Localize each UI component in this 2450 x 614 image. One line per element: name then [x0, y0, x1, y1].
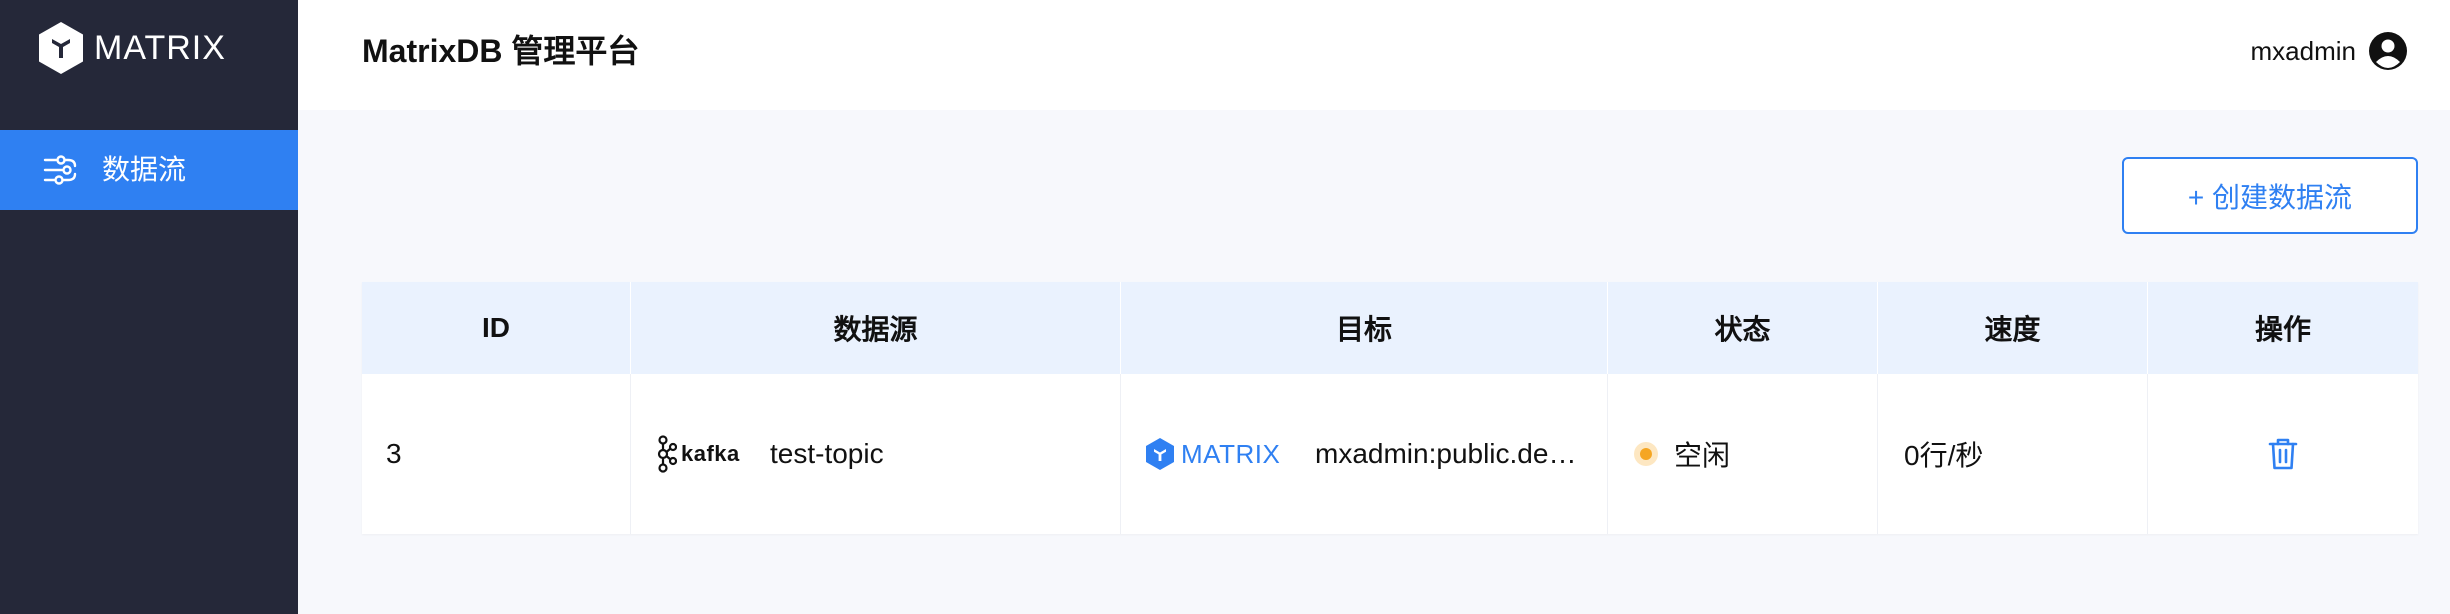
column-header-source: 数据源: [631, 282, 1121, 374]
column-header-id: ID: [362, 282, 631, 374]
status-text: 空闲: [1674, 440, 1731, 471]
delete-button[interactable]: [2263, 434, 2303, 474]
matrix-logo-text: MATRIX: [1181, 438, 1281, 469]
trash-icon: [2268, 438, 2298, 470]
cell-status: 空闲: [1608, 374, 1878, 534]
kafka-icon: [657, 435, 677, 473]
data-flow-table: ID 数据源 目标 状态 速度 操作 3 kafka test-topic MA…: [362, 282, 2418, 534]
cell-target: MATRIX mxadmin:public.de…: [1121, 374, 1608, 534]
sidebar: MATRIX 数据流: [0, 0, 298, 614]
status-idle-indicator: [1634, 442, 1658, 466]
create-data-flow-button[interactable]: + 创建数据流: [2122, 157, 2418, 234]
sidebar-item-label: 数据流: [102, 154, 187, 185]
kafka-logo: kafka: [655, 435, 770, 473]
user-name: mxadmin: [2250, 36, 2356, 66]
cell-source: kafka test-topic: [631, 374, 1121, 534]
column-header-target: 目标: [1121, 282, 1608, 374]
target-name: mxadmin:public.de…: [1315, 438, 1577, 469]
cell-id: 3: [362, 374, 631, 534]
column-header-speed: 速度: [1878, 282, 2148, 374]
page-title: MatrixDB 管理平台: [362, 33, 640, 69]
cell-actions: [2148, 374, 2418, 534]
sidebar-item-data-flow[interactable]: 数据流: [0, 130, 298, 210]
cell-speed: 0行/秒: [1878, 374, 2148, 534]
brand-logo[interactable]: MATRIX: [38, 20, 226, 76]
column-header-actions: 操作: [2254, 314, 2311, 345]
column-header-status: 状态: [1608, 282, 1878, 374]
matrix-cube-icon: [1146, 438, 1174, 470]
source-name: test-topic: [770, 438, 884, 469]
top-header: MatrixDB 管理平台 mxadmin: [298, 0, 2450, 110]
kafka-logo-text: kafka: [681, 441, 740, 466]
user-circle-icon: [2369, 32, 2407, 70]
matrix-cube-logo-icon: [39, 22, 83, 74]
data-flow-icon: [43, 155, 77, 185]
user-menu[interactable]: mxadmin: [2251, 31, 2408, 71]
matrix-logo: MATRIX: [1145, 437, 1315, 471]
table-header: ID 数据源 目标 状态 速度 操作: [362, 282, 2418, 374]
brand-name: MATRIX: [94, 28, 226, 67]
table-row[interactable]: 3 kafka test-topic MATRIX mxadmin:public…: [362, 374, 2418, 534]
